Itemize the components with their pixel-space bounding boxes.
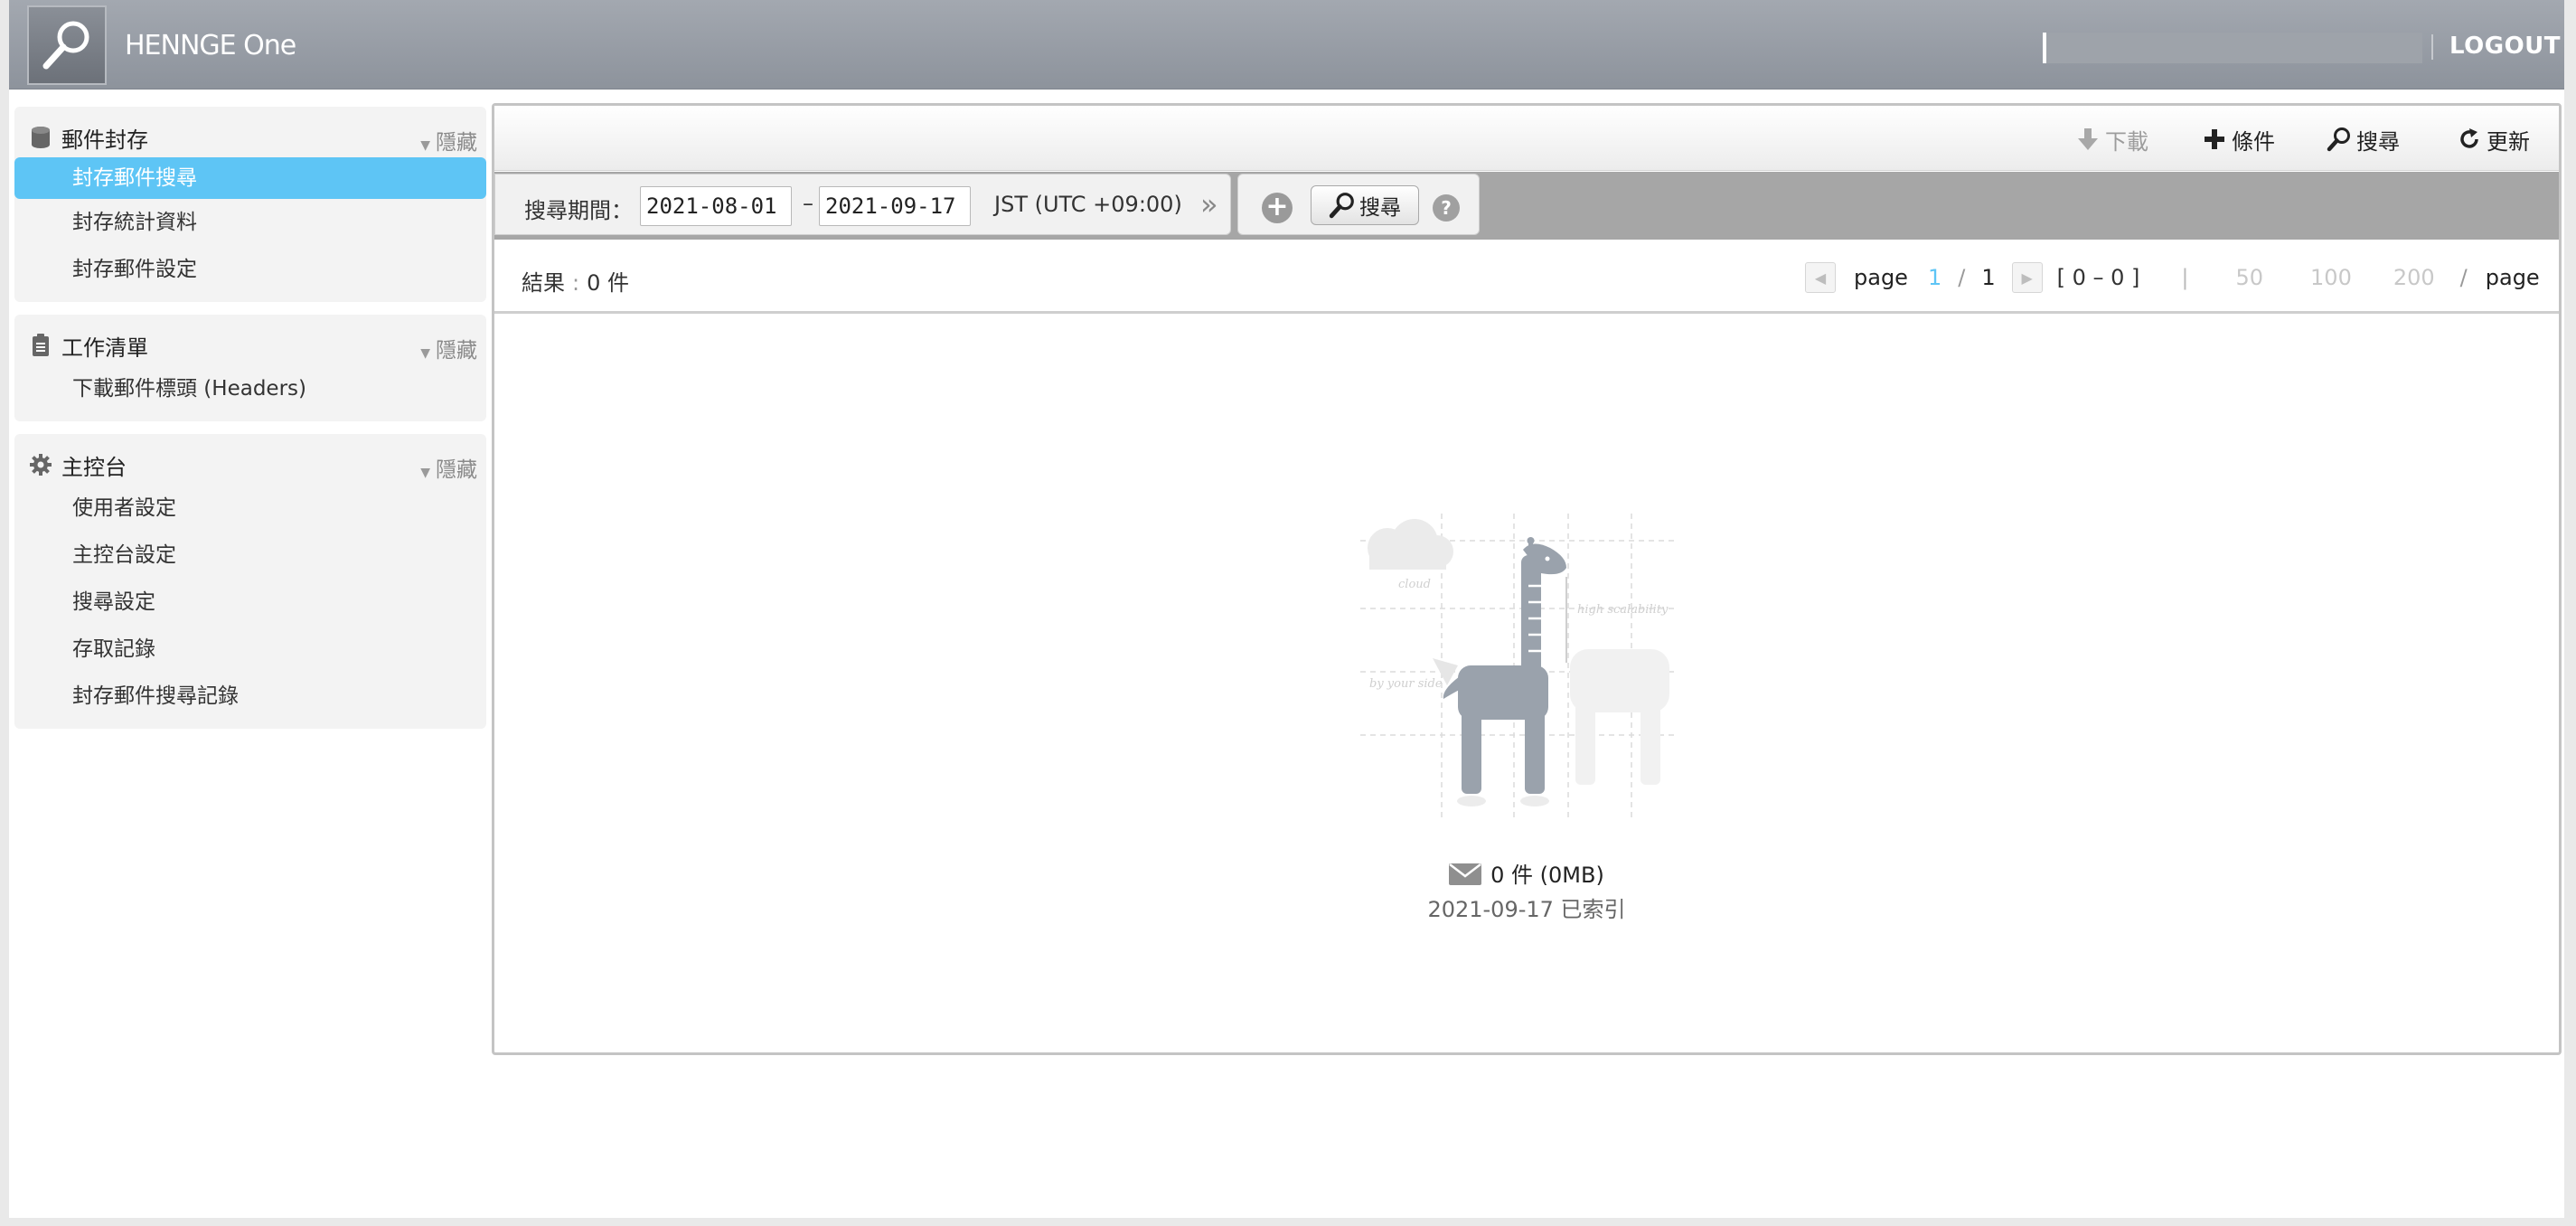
- gear-icon: [29, 453, 52, 476]
- help-icon[interactable]: ?: [1433, 194, 1460, 222]
- result-label: 結果: [522, 270, 565, 296]
- archive-stat-value: 0 件 (0MB): [1490, 863, 1604, 888]
- illustration-word: by your side: [1369, 677, 1443, 691]
- hide-label: 隱藏: [436, 339, 477, 363]
- brand-name: HENNGE One: [125, 30, 296, 61]
- hide-toggle[interactable]: ▼ 隱藏: [420, 125, 477, 156]
- refresh-icon: [2456, 126, 2483, 153]
- header-divider: [2431, 34, 2433, 60]
- archive-stat: 0 件 (0MB): [494, 857, 2559, 889]
- sidebar-item-download-headers[interactable]: 下載郵件標頭 (Headers): [14, 365, 486, 412]
- search-period-label: 搜尋期間：: [524, 198, 633, 223]
- app-window: HENNGE One LOGOUT 郵件封存 ▼ 隱藏 封存郵件搜尋 封存統計資…: [9, 0, 2564, 1218]
- triangle-down-icon: ▼: [420, 346, 430, 361]
- sidebar-item-search-settings[interactable]: 搜尋設定: [14, 579, 486, 626]
- empty-results-area: cloud high scalability by your side 0 件 …: [494, 316, 2559, 1053]
- triangle-down-icon: ▼: [420, 138, 430, 153]
- nav-section-header: 郵件封存 ▼ 隱藏: [14, 118, 486, 157]
- prev-page-button[interactable]: ◀: [1805, 262, 1836, 293]
- per-page-50[interactable]: 50: [2235, 265, 2263, 290]
- total-pages: 1: [1981, 265, 1996, 290]
- per-page-200[interactable]: 200: [2393, 265, 2435, 290]
- next-page-button[interactable]: ▶: [2011, 262, 2043, 293]
- toolbar-search-button[interactable]: 搜尋: [2326, 124, 2400, 155]
- search-actions-box: + 搜尋 ?: [1237, 174, 1480, 235]
- result-bar: 結果:0 件 ◀ page 1 / 1 ▶ [ 0 – 0 ] | 50 100…: [494, 241, 2559, 314]
- logout-link[interactable]: LOGOUT: [2449, 33, 2561, 60]
- user-name-field: [2043, 33, 2422, 63]
- indexed-date: 2021-09-17 已索引: [1427, 897, 1626, 922]
- page-slash: /: [1958, 265, 1966, 290]
- sidebar-item-search-log[interactable]: 封存郵件搜尋記錄: [14, 673, 486, 720]
- condition-label: 條件: [2232, 128, 2275, 155]
- sidebar-item-archive-settings[interactable]: 封存郵件設定: [14, 246, 486, 293]
- start-date-input[interactable]: [640, 186, 792, 226]
- download-button[interactable]: 下載: [2074, 124, 2148, 155]
- search-button-label: 搜尋: [1359, 196, 1401, 220]
- download-arrow-icon: [2074, 126, 2101, 153]
- search-icon: [2326, 126, 2353, 153]
- magnifier-logo-icon: [42, 21, 89, 70]
- nav-section-title: 工作清單: [61, 335, 148, 361]
- triangle-down-icon: ▼: [420, 466, 430, 480]
- toolbar: 下載 條件 搜尋 更新: [494, 106, 2559, 171]
- per-page-suffix: page: [2485, 265, 2540, 290]
- nav-section-header: 工作清單 ▼ 隱藏: [14, 325, 486, 365]
- nav-section-archive: 郵件封存 ▼ 隱藏 封存郵件搜尋 封存統計資料 封存郵件設定: [14, 107, 486, 302]
- giraffe-illustration: cloud high scalability by your side: [1360, 514, 1677, 821]
- sidebar-item-user-settings[interactable]: 使用者設定: [14, 485, 486, 532]
- nav-section-title: 主控台: [61, 454, 127, 480]
- top-header: HENNGE One LOGOUT: [9, 0, 2564, 90]
- timezone-label: JST (UTC +09:00): [994, 192, 1182, 217]
- hide-label: 隱藏: [436, 131, 477, 155]
- envelope-icon: [1449, 863, 1482, 885]
- download-label: 下載: [2105, 128, 2148, 155]
- illustration-word: high scalability: [1577, 603, 1669, 617]
- sidebar-item-access-log[interactable]: 存取記錄: [14, 626, 486, 673]
- sidebar-item-console-settings[interactable]: 主控台設定: [14, 532, 486, 579]
- page-word: page: [1854, 265, 1908, 290]
- expand-chevron-icon[interactable]: »: [1200, 187, 1218, 222]
- nav-section-title: 郵件封存: [61, 127, 148, 153]
- result-count-value: 0 件: [587, 270, 629, 296]
- sidebar-item-archive-stats[interactable]: 封存統計資料: [14, 199, 486, 246]
- current-page[interactable]: 1: [1928, 265, 1941, 290]
- sidebar: 郵件封存 ▼ 隱藏 封存郵件搜尋 封存統計資料 封存郵件設定 工作清單 ▼ 隱藏…: [14, 107, 486, 741]
- per-page-100[interactable]: 100: [2310, 265, 2352, 290]
- filter-bar: 搜尋期間： – JST (UTC +09:00) » + 搜尋 ?: [494, 172, 2559, 240]
- nav-section-tasks: 工作清單 ▼ 隱藏 下載郵件標頭 (Headers): [14, 315, 486, 421]
- search-period-box: 搜尋期間： – JST (UTC +09:00) »: [494, 174, 1231, 235]
- nav-section-header: 主控台 ▼ 隱藏: [14, 445, 486, 485]
- per-page-slash: /: [2459, 265, 2468, 290]
- date-range-dash: –: [803, 191, 813, 216]
- end-date-input[interactable]: [819, 186, 971, 226]
- pagination: ◀ page 1 / 1 ▶ [ 0 – 0 ] | 50 100 200 / …: [1805, 261, 2540, 294]
- result-range: [ 0 – 0 ]: [2056, 265, 2140, 290]
- result-count: 結果:0 件: [522, 265, 629, 297]
- main-panel: 下載 條件 搜尋 更新 搜尋期間： 2021-08-01 – 2021-09-1…: [492, 103, 2562, 1055]
- nav-section-console: 主控台 ▼ 隱藏 使用者設定 主控台設定 搜尋設定 存取記錄 封存郵件搜尋記錄: [14, 434, 486, 729]
- hide-label: 隱藏: [436, 458, 477, 482]
- hide-toggle[interactable]: ▼ 隱藏: [420, 452, 477, 483]
- search-icon: [1329, 193, 1354, 219]
- condition-button[interactable]: 條件: [2201, 124, 2275, 155]
- logo[interactable]: [27, 5, 107, 85]
- search-button[interactable]: 搜尋: [1311, 185, 1419, 225]
- refresh-button[interactable]: 更新: [2456, 124, 2530, 155]
- sidebar-item-archive-search[interactable]: 封存郵件搜尋: [14, 157, 486, 199]
- search-label: 搜尋: [2356, 128, 2400, 155]
- add-condition-icon[interactable]: +: [1262, 193, 1293, 223]
- pager-divider: |: [2181, 265, 2189, 290]
- refresh-label: 更新: [2487, 128, 2530, 155]
- plus-icon: [2201, 126, 2228, 153]
- database-icon: [29, 126, 52, 149]
- clipboard-icon: [29, 334, 52, 357]
- result-colon: :: [572, 270, 580, 296]
- hide-toggle[interactable]: ▼ 隱藏: [420, 333, 477, 363]
- illustration-word: cloud: [1398, 578, 1431, 591]
